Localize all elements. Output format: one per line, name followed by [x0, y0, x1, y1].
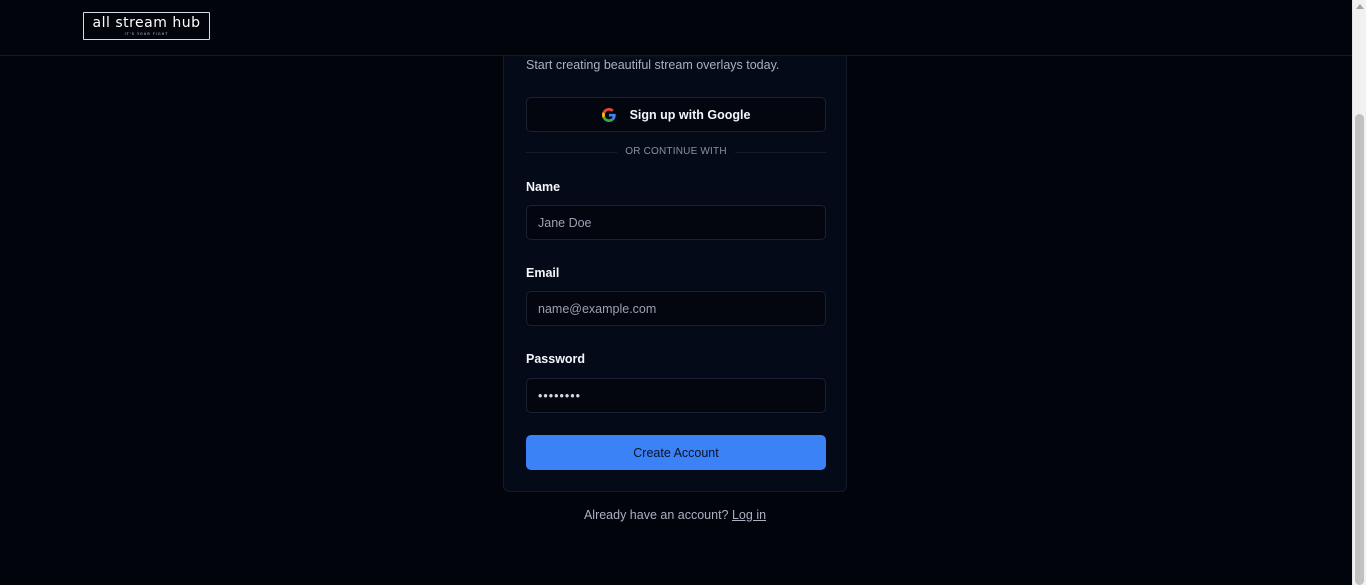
name-label: Name: [526, 180, 561, 194]
login-prompt-text: Already have an account?: [583, 508, 729, 522]
login-prompt: Already have an account? Log in: [503, 508, 847, 522]
create-account-button[interactable]: Create Account: [526, 435, 826, 470]
or-divider: OR CONTINUE WITH: [526, 145, 826, 159]
logo-wordmark: all stream hub: [92, 15, 201, 31]
signup-page: Start creating beautiful stream overlays…: [0, 0, 1366, 585]
email-label: Email: [526, 266, 560, 280]
vertical-scrollbar[interactable]: [1352, 0, 1366, 585]
logo-tagline: IT'S YOUR FIGHT: [124, 32, 169, 36]
signup-card: Start creating beautiful stream overlays…: [503, 20, 847, 492]
name-input[interactable]: [526, 205, 826, 240]
password-input[interactable]: [526, 378, 826, 413]
top-header: all stream hub IT'S YOUR FIGHT: [0, 0, 1352, 56]
google-signup-label: Sign up with Google: [629, 107, 751, 122]
password-label: Password: [526, 352, 586, 366]
scrollbar-thumb[interactable]: [1355, 114, 1364, 585]
card-subtitle: Start creating beautiful stream overlays…: [526, 58, 780, 72]
email-input[interactable]: [526, 291, 826, 326]
brand-logo[interactable]: all stream hub IT'S YOUR FIGHT: [83, 12, 210, 40]
scroll-up-arrow-icon[interactable]: [1356, 4, 1364, 9]
google-logo-icon: [601, 107, 616, 122]
divider-text: OR CONTINUE WITH: [617, 145, 735, 159]
login-link[interactable]: Log in: [732, 508, 766, 522]
google-signup-button[interactable]: Sign up with Google: [526, 97, 826, 132]
